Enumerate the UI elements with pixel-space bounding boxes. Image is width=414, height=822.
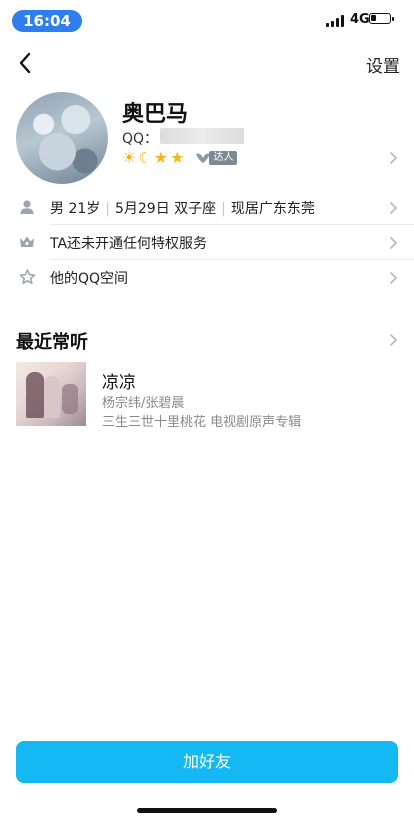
- chevron-right-icon[interactable]: [389, 332, 398, 351]
- crown-icon: [18, 233, 36, 251]
- location: 现居广东东莞: [230, 201, 315, 217]
- profile-name: 奥巴马: [122, 102, 189, 127]
- recent-listening-title[interactable]: 最近常听: [16, 328, 88, 354]
- info-row-qzone[interactable]: 他的QQ空间: [0, 260, 414, 294]
- nav-bar: 设置: [0, 44, 414, 84]
- qq-number-redacted: [160, 128, 244, 144]
- battery-icon: [369, 13, 394, 24]
- song-album: 三生三世十里桃花 电视剧原声专辑: [102, 415, 302, 430]
- qq-number-label: QQ：: [122, 131, 159, 147]
- status-time: 16:04: [12, 10, 82, 32]
- back-icon[interactable]: [10, 48, 40, 78]
- info-row-privileges[interactable]: TA还未开通任何特权服务: [0, 225, 414, 259]
- chevron-right-icon: [389, 270, 398, 289]
- moon-icon: ☾: [138, 149, 152, 167]
- person-icon: [18, 198, 36, 216]
- level-badges[interactable]: ☀ ☾ ★ ★ 达人: [122, 148, 238, 168]
- network-type: 4G: [350, 12, 370, 27]
- avatar[interactable]: [16, 92, 108, 184]
- chevron-right-icon: [389, 200, 398, 219]
- sun-icon: ☀: [122, 148, 137, 167]
- album-cover[interactable]: [16, 362, 86, 426]
- talent-tag: 达人: [209, 151, 238, 165]
- talent-badge: 达人: [194, 150, 238, 166]
- info-row-basic[interactable]: 男 21岁 | 5月29日 双子座 | 现居广东东莞: [0, 190, 414, 224]
- chevron-right-icon[interactable]: [389, 150, 398, 169]
- separator: |: [221, 201, 226, 217]
- signal-icon: [326, 15, 348, 27]
- add-friend-button[interactable]: 加好友: [16, 741, 398, 783]
- gender-age: 男 21岁: [50, 201, 101, 217]
- song-title[interactable]: 凉凉: [102, 368, 136, 393]
- basic-info: 男 21岁 | 5月29日 双子座 | 现居广东东莞: [50, 198, 315, 218]
- star-icon: ★: [170, 148, 185, 167]
- privileges-text: TA还未开通任何特权服务: [50, 236, 208, 252]
- star-icon: ★: [153, 148, 169, 167]
- star-outline-icon: [18, 268, 36, 286]
- separator: |: [105, 201, 110, 217]
- home-indicator: [137, 808, 277, 813]
- birthday-zodiac: 5月29日 双子座: [114, 201, 217, 217]
- chevron-right-icon: [389, 235, 398, 254]
- status-bar: 16:04 4G: [0, 0, 414, 40]
- settings-button[interactable]: 设置: [366, 52, 400, 77]
- song-artist: 杨宗纬/张碧晨: [102, 396, 185, 411]
- qzone-text: 他的QQ空间: [50, 271, 129, 287]
